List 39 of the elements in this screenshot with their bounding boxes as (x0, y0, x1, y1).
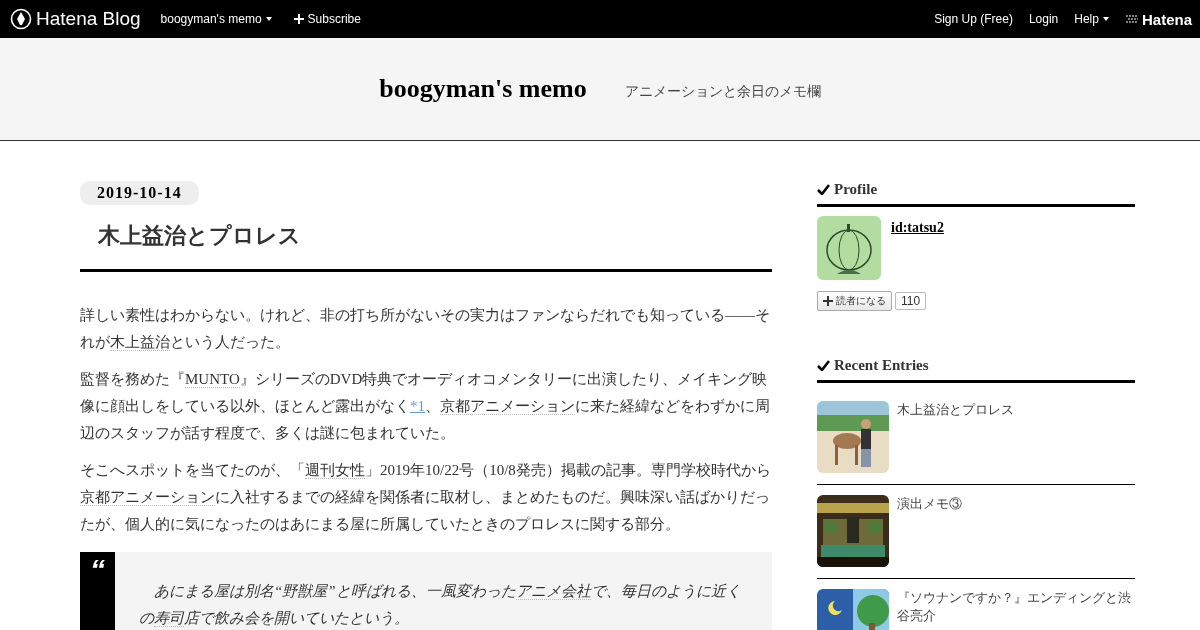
paragraph: 監督を務めた『MUNTO』シリーズのDVD特典でオーディオコメンタリーに出演したり、メイキング映像に顔出しをしている以外、ほとんど露出がなく*1、京都アニメーションに来た経緯などをわずかに周辺のスタッフが話す程度で、多くは謎に包まれていた。 (80, 370, 771, 443)
plus-icon (823, 296, 833, 306)
top-link[interactable]: Login (1028, 12, 1059, 26)
quote-mark: “ (80, 552, 115, 630)
keyword-link[interactable]: 京都アニメーション (80, 489, 215, 506)
keyword-link[interactable]: アニメ会社 (515, 583, 591, 600)
section-heading: Recent Entries (834, 357, 929, 374)
keyword-link[interactable]: 寿司 (154, 610, 184, 627)
blog-menu[interactable]: boogyman's memo (160, 12, 272, 26)
user-id-link[interactable]: id:tatsu2 (891, 220, 944, 236)
follow-button[interactable]: 読者になる (817, 291, 892, 311)
entry-title: 木上益治とプロレス (80, 221, 772, 272)
section-heading: Profile (834, 181, 878, 198)
blog-tagline: アニメーションと余日のメモ欄 (624, 83, 821, 101)
paragraph: 詳しい素性はわからない。けれど、非の打ち所がないその実力はファンならだれでも知っている――それが木上益治という人だった。 (80, 306, 771, 353)
quote-text: あにまる屋は別名“野獣屋”と呼ばれる、一風変わったアニメ会社で、毎日のように近くの寿司店で飲み会を開いていたという。 (138, 582, 742, 629)
entry-link[interactable]: 木上益治とプロレス (897, 401, 1014, 419)
keyword-link[interactable]: MUNTO (185, 371, 240, 388)
entry-link[interactable]: 演出メモ③ (897, 495, 962, 513)
keyword-link[interactable]: 木上益治 (110, 334, 170, 351)
blog-title[interactable]: boogyman's memo (379, 74, 587, 104)
check-icon (817, 184, 830, 195)
help-menu[interactable]: Help (1074, 12, 1109, 26)
entry-link[interactable]: 『ソウナンですか？』エンディングと渋谷亮介 (897, 589, 1135, 625)
pen-nib-icon (10, 8, 32, 30)
reader-count: 110 (895, 292, 927, 310)
plus-icon (293, 14, 304, 24)
caret-icon (265, 17, 272, 21)
paragraph: そこへスポットを当てたのが、「週刊女性」2019年10/22号（10/8発売）掲載の記事。専門学校時代から 京都アニメーションに入社するまでの経緯を関係者に取材し、まとめたものだ。興味深い話ばかりだったが、個人的に気になったのはあにまる屋に所属していたときのプロレスに関する部分。 (80, 461, 772, 534)
logo-text[interactable]: Hatena Blog (36, 8, 141, 30)
check-icon (817, 360, 830, 371)
entry-date[interactable]: 2019-10-14 (80, 181, 199, 205)
caret-icon (1102, 17, 1109, 21)
subscribe-link[interactable]: Subscribe (293, 12, 361, 26)
keyword-link[interactable]: 週刊女性 (305, 462, 365, 479)
wave-icon (1124, 14, 1139, 24)
brand-text[interactable]: Hatena (1141, 10, 1192, 28)
keyword-link[interactable]: 京都アニメーション (440, 398, 575, 415)
top-link[interactable]: Sign Up (Free) (934, 12, 1013, 26)
